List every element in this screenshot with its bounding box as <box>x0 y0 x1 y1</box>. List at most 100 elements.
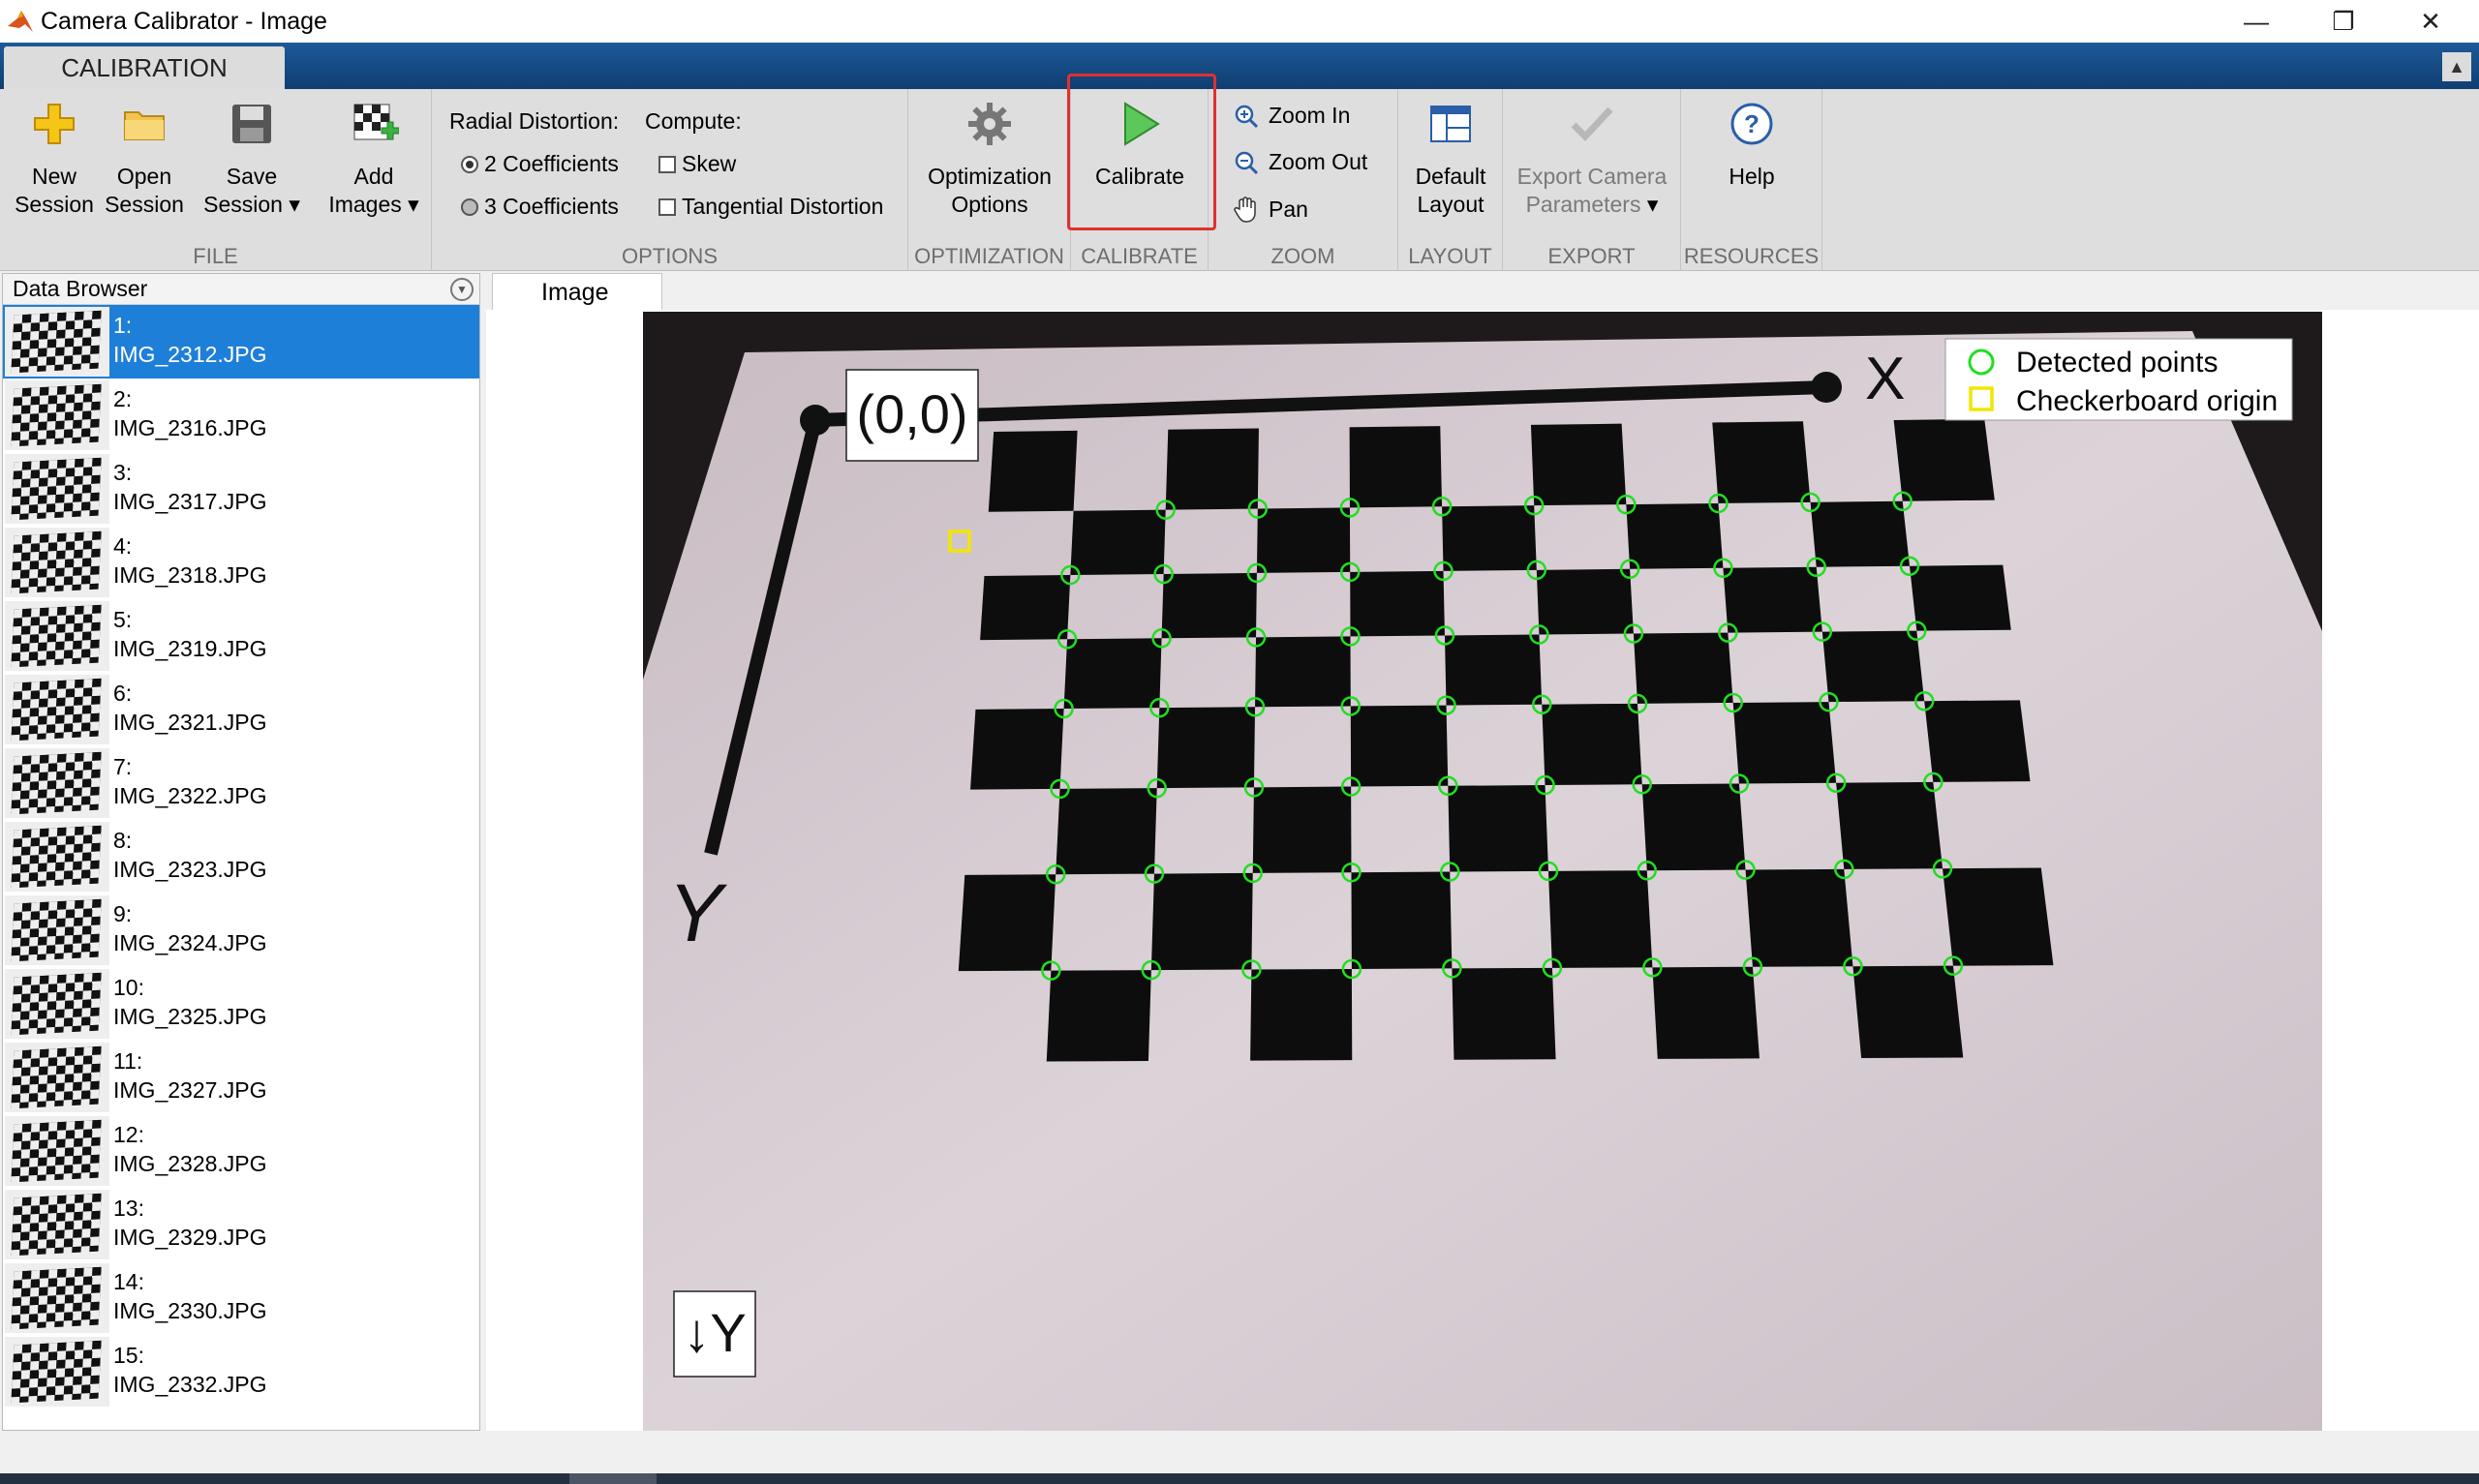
close-button[interactable]: ✕ <box>2387 0 2474 43</box>
default-layout-button[interactable]: Default Layout <box>1398 97 1503 219</box>
list-item[interactable]: 4: IMG_2318.JPG <box>3 526 479 599</box>
legend-detected-points: Detected points <box>2016 347 2218 379</box>
tab-calibration[interactable]: CALIBRATION <box>4 46 285 89</box>
panel-menu-icon[interactable]: ▼ <box>450 278 474 301</box>
help-button[interactable]: ? Help <box>1681 97 1822 191</box>
checkerboard-image[interactable]: X Y (0,0) ↓Y Detected points Checkerboar… <box>643 312 2322 1431</box>
export-label-2: Parameters ▾ <box>1525 192 1659 217</box>
list-item-filename: IMG_2324.JPG <box>113 930 267 955</box>
help-label: Help <box>1729 164 1775 189</box>
tab-image[interactable]: Image <box>492 273 662 312</box>
list-item-text: 9: IMG_2324.JPG <box>113 893 267 967</box>
image-thumbnail <box>5 454 109 524</box>
export-group: Export Camera Parameters ▾ EXPORT <box>1503 89 1681 271</box>
checkerboard-square <box>1452 967 1556 1060</box>
image-thumbnail <box>5 1337 109 1407</box>
checkerboard-square <box>988 430 1078 512</box>
checkerboard-square <box>1056 788 1157 875</box>
export-group-label: EXPORT <box>1547 244 1636 268</box>
checkerboard-square <box>1250 968 1353 1061</box>
plus-icon <box>27 97 81 151</box>
list-item-number: 2: <box>113 386 133 411</box>
list-item-text: 8: IMG_2323.JPG <box>113 820 267 893</box>
list-item[interactable]: 12: IMG_2328.JPG <box>3 1114 479 1188</box>
list-item[interactable]: 13: IMG_2329.JPG <box>3 1188 479 1261</box>
collapse-ribbon-icon[interactable]: ▲ <box>2442 52 2471 81</box>
layout-group: Default Layout LAYOUT <box>1398 89 1503 271</box>
zoom-out-button[interactable]: Zoom Out <box>1234 149 1367 175</box>
checkerboard-square <box>1652 966 1760 1059</box>
checkerboard-square <box>1063 638 1162 710</box>
list-item-number: 3: <box>113 460 133 485</box>
list-item-number: 14: <box>113 1269 144 1294</box>
list-item[interactable]: 9: IMG_2324.JPG <box>3 893 479 967</box>
export-camera-parameters-button[interactable]: Export Camera Parameters ▾ <box>1503 97 1681 219</box>
save-session-label-1: Save <box>226 164 278 189</box>
list-item[interactable]: 5: IMG_2319.JPG <box>3 599 479 673</box>
list-item[interactable]: 15: IMG_2332.JPG <box>3 1335 479 1408</box>
floppy-disk-icon <box>225 97 279 151</box>
list-item[interactable]: 14: IMG_2330.JPG <box>3 1261 479 1335</box>
zoom-out-icon <box>1234 150 1259 175</box>
checkerboard-square <box>1349 426 1443 508</box>
layout-icon <box>1423 97 1478 151</box>
list-item[interactable]: 1: IMG_2312.JPG <box>3 305 479 379</box>
restore-button[interactable]: ❐ <box>2300 0 2387 43</box>
pan-button[interactable]: Pan <box>1234 196 1308 223</box>
optimization-options-button[interactable]: Optimization Options <box>908 97 1071 219</box>
image-thumbnail <box>5 675 109 744</box>
checkerboard-square <box>1150 872 1253 971</box>
add-images-button[interactable]: Add Images ▾ <box>316 97 432 219</box>
radio-2-coefficients[interactable]: 2 Coefficients <box>461 151 619 177</box>
minimize-button[interactable]: — <box>2213 0 2300 43</box>
list-item-filename: IMG_2327.JPG <box>113 1077 267 1103</box>
list-item-text: 3: IMG_2317.JPG <box>113 452 267 526</box>
list-item-text: 11: IMG_2327.JPG <box>113 1041 267 1114</box>
save-session-button[interactable]: Save Session ▾ <box>194 97 310 219</box>
list-item-filename: IMG_2325.JPG <box>113 1004 267 1029</box>
add-images-label-1: Add <box>353 164 394 189</box>
list-item-number: 12: <box>113 1122 144 1147</box>
list-item[interactable]: 7: IMG_2322.JPG <box>3 746 479 820</box>
checkerboard-square <box>1732 702 1837 784</box>
list-item-text: 12: IMG_2328.JPG <box>113 1114 267 1188</box>
image-thumbnail <box>5 1043 109 1112</box>
open-session-button[interactable]: Open Session <box>101 97 188 219</box>
add-images-icon <box>347 97 401 151</box>
list-item[interactable]: 10: IMG_2325.JPG <box>3 967 479 1041</box>
paper-sheet <box>643 331 2322 1431</box>
radio-3-coefficients[interactable]: 3 Coefficients <box>461 194 619 220</box>
checkerboard-square <box>1156 707 1256 789</box>
checkerboard-square <box>1256 507 1351 573</box>
save-session-label-2: Session ▾ <box>203 192 300 217</box>
checkerboard-square <box>1350 705 1449 787</box>
list-item-text: 10: IMG_2325.JPG <box>113 967 267 1041</box>
open-session-label-1: Open <box>116 164 172 189</box>
new-session-button[interactable]: New Session <box>8 97 101 219</box>
image-thumbnail <box>5 1263 109 1333</box>
checkerboard-square <box>1448 785 1548 872</box>
list-item-filename: IMG_2323.JPG <box>113 857 267 882</box>
list-item-number: 1: <box>113 313 133 338</box>
export-label-1: Export Camera <box>1516 164 1668 189</box>
zoom-group-label: ZOOM <box>1270 244 1335 268</box>
list-item-filename: IMG_2319.JPG <box>113 636 267 661</box>
image-thumbnail <box>5 528 109 597</box>
checkerboard-square <box>1910 564 2011 631</box>
image-thumbnail <box>5 307 109 377</box>
add-images-label-2: Images ▾ <box>328 192 419 217</box>
list-item-number: 5: <box>113 607 133 632</box>
layout-label-1: Default <box>1415 164 1486 189</box>
radio-selected-icon <box>461 155 478 173</box>
zoom-in-button[interactable]: Zoom In <box>1234 103 1350 129</box>
document-tabs: Image <box>486 273 2479 312</box>
skew-checkbox[interactable]: Skew <box>658 151 736 177</box>
list-item[interactable]: 3: IMG_2317.JPG <box>3 452 479 526</box>
list-item[interactable]: 8: IMG_2323.JPG <box>3 820 479 893</box>
checkerboard-square <box>1547 870 1653 968</box>
tangential-distortion-checkbox[interactable]: Tangential Distortion <box>658 194 883 220</box>
list-item[interactable]: 11: IMG_2327.JPG <box>3 1041 479 1114</box>
checkerboard-square <box>1633 632 1733 704</box>
list-item[interactable]: 6: IMG_2321.JPG <box>3 673 479 746</box>
list-item[interactable]: 2: IMG_2316.JPG <box>3 379 479 452</box>
